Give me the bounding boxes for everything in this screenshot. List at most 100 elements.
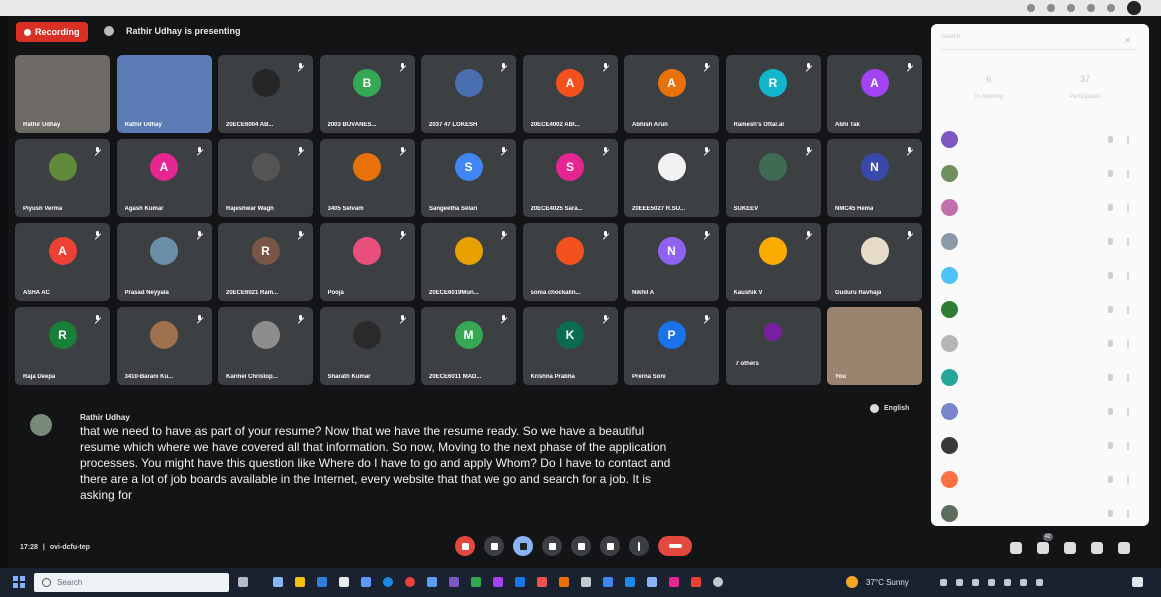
info-button[interactable] — [1010, 542, 1022, 554]
mic-icon[interactable] — [1108, 476, 1113, 483]
profile-avatar-icon[interactable] — [1127, 1, 1141, 15]
participant-tile[interactable]: A 20ECE4002 ABI... — [522, 55, 618, 133]
app-icon[interactable] — [603, 577, 613, 587]
task-view-icon[interactable] — [238, 577, 248, 587]
extension-icon[interactable] — [1067, 4, 1075, 12]
people-list-item[interactable] — [941, 400, 1141, 422]
participant-tile[interactable]: 7 others — [725, 307, 821, 385]
mic-icon[interactable] — [1108, 510, 1113, 517]
app-icon[interactable] — [471, 577, 481, 587]
participant-tile[interactable]: 3405 Selvam — [319, 139, 415, 217]
raise-hand-button[interactable] — [542, 536, 562, 556]
captions-button[interactable] — [513, 536, 533, 556]
mic-icon[interactable] — [1108, 340, 1113, 347]
participant-tile[interactable]: Karmel Christop... — [218, 307, 313, 385]
app-icon[interactable] — [493, 577, 503, 587]
app-icon[interactable] — [691, 577, 701, 587]
participant-tile[interactable]: R Ramesh's Ottar.al — [725, 55, 821, 133]
battery-icon[interactable] — [1020, 579, 1027, 586]
extension-icon[interactable] — [1027, 4, 1035, 12]
people-button[interactable] — [1037, 542, 1049, 554]
mic-icon[interactable] — [1108, 136, 1113, 143]
reactions-button[interactable] — [571, 536, 591, 556]
participant-tile[interactable]: Pooja — [319, 223, 415, 301]
app-icon[interactable] — [647, 577, 657, 587]
participant-tile[interactable]: M 20ECE6011 MAD... — [421, 307, 516, 385]
more-vert-icon[interactable] — [1127, 204, 1129, 212]
participant-tile[interactable]: A Agash Kumar — [116, 139, 212, 217]
mic-icon[interactable] — [1108, 442, 1113, 449]
people-list-item[interactable] — [941, 162, 1141, 184]
chevron-up-icon[interactable] — [940, 579, 947, 586]
participant-tile[interactable]: P Prerna Soni — [624, 307, 719, 385]
app-icon[interactable] — [317, 577, 327, 587]
mic-icon[interactable] — [1108, 238, 1113, 245]
leave-call-button[interactable] — [658, 536, 692, 556]
more-vert-icon[interactable] — [1127, 476, 1129, 484]
participant-tile[interactable]: A Abhish Arun — [624, 55, 719, 133]
participant-tile[interactable]: A Abhi Tak — [827, 55, 922, 133]
people-list-item[interactable] — [941, 366, 1141, 388]
people-list-item[interactable] — [941, 332, 1141, 354]
participant-tile[interactable]: Kaushik V — [725, 223, 821, 301]
participant-tile[interactable]: R Raja Deepa — [15, 307, 110, 385]
participant-tile[interactable]: K Krishna Prabha — [522, 307, 618, 385]
participant-tile[interactable]: SUKEEV — [725, 139, 821, 217]
more-vert-icon[interactable] — [1127, 238, 1129, 246]
app-icon[interactable] — [361, 577, 371, 587]
participant-tile[interactable]: 20ECE6004 AB... — [218, 55, 313, 133]
participant-tile[interactable]: Rathir Udhay — [15, 55, 110, 133]
extension-icon[interactable] — [1107, 4, 1115, 12]
more-vert-icon[interactable] — [1127, 510, 1129, 518]
participant-tile[interactable]: R 20ECE6021 Ram... — [218, 223, 313, 301]
app-icon[interactable] — [537, 577, 547, 587]
more-vert-icon[interactable] — [1127, 340, 1129, 348]
participant-tile[interactable]: Prasad Neyyala — [116, 223, 212, 301]
participant-tile[interactable]: S 20ECE4025 Sara... — [522, 139, 618, 217]
cloud-icon[interactable] — [956, 579, 963, 586]
extension-icon[interactable] — [1047, 4, 1055, 12]
people-list-item[interactable] — [941, 264, 1141, 286]
mic-icon[interactable] — [1108, 408, 1113, 415]
app-icon[interactable] — [581, 577, 591, 587]
participant-tile[interactable]: N NMC45 Hema — [827, 139, 922, 217]
mic-icon[interactable] — [1108, 306, 1113, 313]
activities-button[interactable] — [1091, 542, 1103, 554]
app-icon[interactable] — [515, 577, 525, 587]
mic-icon[interactable] — [1108, 204, 1113, 211]
people-list-item[interactable] — [941, 128, 1141, 150]
chrome-icon[interactable] — [405, 577, 415, 587]
people-list-item[interactable] — [941, 298, 1141, 320]
app-icon[interactable] — [713, 577, 723, 587]
caption-language[interactable]: English — [870, 404, 909, 413]
edge-icon[interactable] — [383, 577, 393, 587]
more-options-button[interactable] — [629, 536, 649, 556]
participant-tile[interactable]: Sharath Kumar — [319, 307, 415, 385]
more-vert-icon[interactable] — [1127, 306, 1129, 314]
app-icon[interactable] — [427, 577, 437, 587]
participant-tile[interactable]: B 2003 BUVANES... — [319, 55, 415, 133]
more-vert-icon[interactable] — [1127, 442, 1129, 450]
windows-start-icon[interactable] — [13, 576, 25, 588]
mic-toggle-button[interactable] — [455, 536, 475, 556]
app-icon[interactable] — [669, 577, 679, 587]
participant-tile[interactable]: Rajeshwar Wagh — [218, 139, 313, 217]
taskbar-search-input[interactable]: Search — [34, 573, 229, 592]
weather-widget[interactable]: 37°C Sunny — [846, 576, 909, 588]
people-list-item[interactable] — [941, 502, 1141, 524]
people-list-item[interactable] — [941, 196, 1141, 218]
mic-icon[interactable] — [1108, 170, 1113, 177]
app-icon[interactable] — [559, 577, 569, 587]
more-vert-icon[interactable] — [1127, 170, 1129, 178]
more-vert-icon[interactable] — [1127, 272, 1129, 280]
app-icon[interactable] — [625, 577, 635, 587]
notification-icon[interactable] — [1132, 577, 1143, 587]
chat-button[interactable] — [1064, 542, 1076, 554]
people-search-input[interactable]: Search ✕ — [941, 34, 1137, 50]
mic-icon[interactable] — [1108, 374, 1113, 381]
volume-icon[interactable] — [1004, 579, 1011, 586]
participant-tile[interactable]: sonia chockalin... — [522, 223, 618, 301]
host-controls-button[interactable] — [1118, 542, 1130, 554]
present-button[interactable] — [600, 536, 620, 556]
close-icon[interactable]: ✕ — [1124, 36, 1131, 45]
